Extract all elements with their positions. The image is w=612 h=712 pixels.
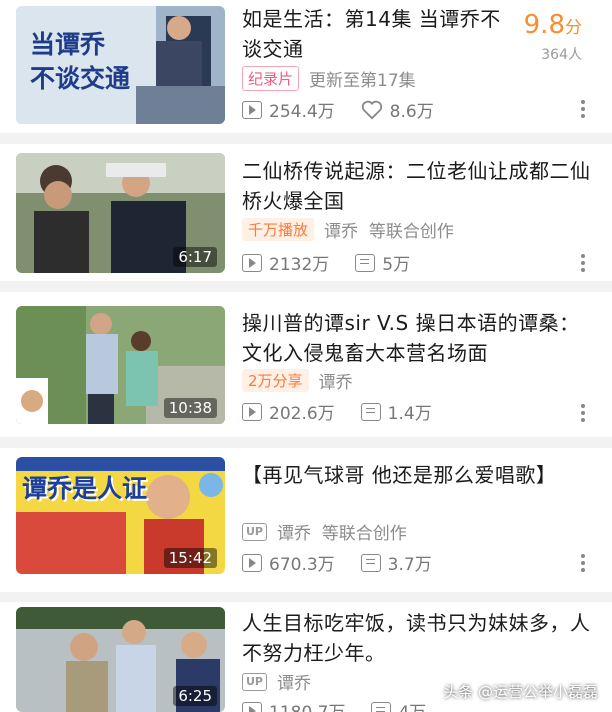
- video-stats: 202.6万 1.4万: [242, 399, 458, 424]
- uploader-icon: UP: [242, 522, 267, 541]
- play-count: 202.6万: [269, 404, 335, 424]
- video-title[interactable]: 操川普的谭sir V.S 操日本语的谭桑：文化入侵鬼畜大本营名场面: [242, 308, 592, 368]
- danmaku-icon: [360, 553, 381, 572]
- play-count: 2132万: [269, 255, 330, 275]
- creator-info: 谭乔 等联合创作: [277, 524, 407, 544]
- danmaku-icon: [360, 402, 381, 421]
- video-title[interactable]: 如是生活：第14集 当谭乔不谈交通: [242, 4, 512, 64]
- play-count: 1180.7万: [269, 698, 345, 712]
- video-title[interactable]: 人生目标吃牢饭，读书只为妹妹多，人不努力枉少年。: [242, 608, 592, 668]
- watermark: 头条 @运营公举小磊磊: [443, 683, 598, 701]
- more-options-icon[interactable]: [580, 404, 586, 422]
- video-thumbnail[interactable]: 谭乔是人证 15:42: [16, 457, 225, 574]
- danmaku-count: 5万: [382, 255, 411, 275]
- danmaku-count: 1.4万: [387, 404, 432, 424]
- video-title[interactable]: 【再见气球哥 他还是那么爱唱歌】: [242, 460, 592, 490]
- video-stats: 1180.7万 4万: [242, 698, 452, 712]
- video-thumbnail[interactable]: 10:38: [16, 306, 225, 424]
- video-thumbnail[interactable]: 当谭乔 不谈交通: [16, 6, 225, 124]
- video-meta: 纪录片 更新至第17集: [242, 66, 416, 91]
- video-stats: 2132万 5万: [242, 250, 436, 275]
- play-count-icon: [242, 253, 262, 272]
- danmaku-count: 4万: [398, 698, 426, 712]
- thumbnail-caption: 谭乔是人证: [22, 474, 148, 503]
- video-card[interactable]: 当谭乔 不谈交通 如是生活：第14集 当谭乔不谈交通 9.8分 364人 纪录片…: [0, 0, 612, 133]
- video-thumbnail[interactable]: 6:25: [16, 607, 225, 712]
- video-feed: 当谭乔 不谈交通 如是生活：第14集 当谭乔不谈交通 9.8分 364人 纪录片…: [0, 0, 612, 712]
- play-count-icon: [242, 553, 262, 572]
- video-thumbnail[interactable]: 6:17: [16, 153, 225, 273]
- creator-info: 谭乔: [318, 373, 353, 393]
- video-duration: 15:42: [163, 548, 217, 568]
- video-meta: UP 谭乔 等联合创作: [242, 519, 407, 544]
- update-status: 更新至第17集: [309, 71, 416, 91]
- like-count: 8.6万: [389, 102, 434, 122]
- video-duration: 10:38: [163, 398, 217, 418]
- video-card[interactable]: 6:17 二仙桥传说起源：二位老仙让成都二仙桥火爆全国 千万播放 谭乔 等联合创…: [0, 144, 612, 281]
- play-count-icon: [242, 701, 262, 712]
- creator-info: 谭乔 等联合创作: [324, 222, 454, 242]
- play-count-icon: [242, 402, 262, 421]
- more-options-icon[interactable]: [580, 554, 586, 572]
- more-options-icon[interactable]: [580, 100, 586, 118]
- rating-count: 364人: [541, 47, 582, 63]
- category-badge: 纪录片: [242, 66, 300, 91]
- video-stats: 254.4万 8.6万: [242, 97, 460, 122]
- play-count: 254.4万: [269, 102, 335, 122]
- more-options-icon[interactable]: [580, 254, 586, 272]
- creator-info: 谭乔: [277, 674, 311, 694]
- video-duration: 6:17: [173, 247, 217, 267]
- video-meta: 千万播放 谭乔 等联合创作: [242, 217, 454, 242]
- popularity-badge: 千万播放: [242, 218, 315, 241]
- rating-score: 9.8分: [523, 10, 582, 40]
- video-card[interactable]: 谭乔是人证 15:42 【再见气球哥 他还是那么爱唱歌】 UP 谭乔 等联合创作…: [0, 448, 612, 592]
- danmaku-icon: [371, 701, 392, 712]
- video-meta: UP 谭乔: [242, 669, 311, 694]
- video-meta: 2万分享 谭乔: [242, 368, 353, 393]
- share-badge: 2万分享: [242, 369, 309, 392]
- video-duration: 6:25: [173, 686, 217, 706]
- video-title[interactable]: 二仙桥传说起源：二位老仙让成都二仙桥火爆全国: [242, 156, 592, 216]
- play-count-icon: [242, 100, 262, 119]
- thumbnail-caption: 当谭乔 不谈交通: [30, 30, 131, 93]
- danmaku-count: 3.7万: [387, 555, 432, 575]
- uploader-icon: UP: [242, 672, 267, 691]
- video-card[interactable]: 10:38 操川普的谭sir V.S 操日本语的谭桑：文化入侵鬼畜大本营名场面 …: [0, 292, 612, 437]
- play-count: 670.3万: [269, 555, 335, 575]
- video-stats: 670.3万 3.7万: [242, 550, 458, 575]
- heart-icon: [361, 100, 382, 119]
- danmaku-icon: [355, 253, 376, 272]
